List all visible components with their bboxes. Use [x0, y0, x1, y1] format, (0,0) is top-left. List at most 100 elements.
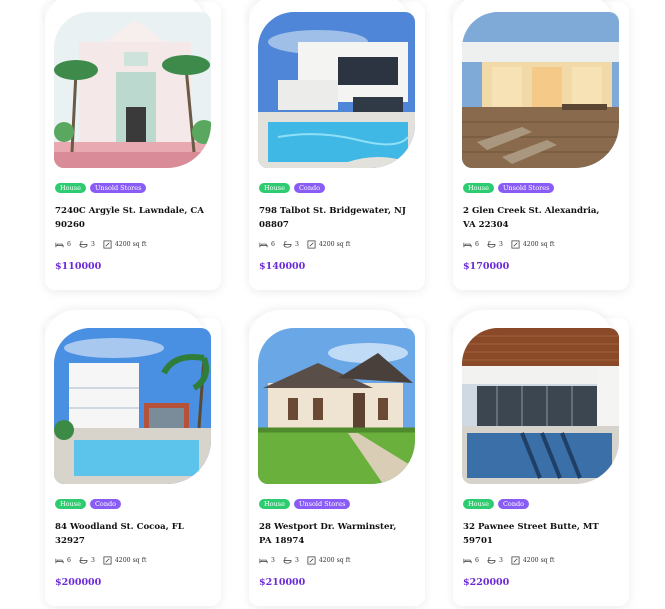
tag-group: House Condo — [259, 183, 326, 193]
property-status-tag[interactable]: Unsold Stores — [497, 183, 555, 193]
area-spec: 4200 sq ft — [511, 556, 555, 565]
property-address[interactable]: 32 Pawnee Street Butte, MT 59701 — [463, 520, 613, 548]
bath-icon — [487, 557, 496, 564]
property-specs: 6 3 4200 sq ft — [463, 240, 554, 249]
bath-count: 3 — [498, 241, 503, 248]
bed-spec: 6 — [55, 556, 71, 565]
area-value: 4200 sq ft — [114, 241, 147, 248]
bath-spec: 3 — [79, 240, 95, 249]
property-price: $210000 — [259, 577, 306, 588]
bath-spec: 3 — [283, 556, 299, 565]
property-status-tag[interactable]: Unsold Stores — [293, 499, 351, 509]
bath-count: 3 — [498, 557, 503, 564]
bath-spec: 3 — [487, 240, 503, 249]
tag-group: House Unsold Stores — [463, 183, 555, 193]
property-photo[interactable] — [462, 328, 619, 484]
bath-count: 3 — [294, 241, 299, 248]
bath-count: 3 — [294, 557, 299, 564]
bed-spec: 6 — [259, 240, 275, 249]
property-photo[interactable] — [54, 12, 211, 168]
property-price: $140000 — [259, 261, 306, 272]
area-icon — [511, 556, 520, 565]
property-price: $200000 — [55, 577, 102, 588]
bed-count: 6 — [475, 557, 479, 564]
property-specs: 6 3 4200 sq ft — [463, 556, 554, 565]
bed-spec: 6 — [55, 240, 71, 249]
bed-icon — [55, 558, 64, 564]
bed-spec: 6 — [463, 556, 479, 565]
area-value: 4200 sq ft — [318, 241, 351, 248]
property-address[interactable]: 84 Woodland St. Cocoa, FL 32927 — [55, 520, 205, 548]
listing-card[interactable]: House Condo 32 Pawnee Street Butte, MT 5… — [453, 310, 629, 606]
property-status-tag[interactable]: Condo — [293, 183, 326, 193]
tag-group: House Condo — [463, 499, 530, 509]
bed-count: 6 — [475, 241, 479, 248]
area-spec: 4200 sq ft — [103, 240, 147, 249]
bath-count: 3 — [90, 241, 95, 248]
area-icon — [103, 240, 112, 249]
bed-icon — [463, 242, 472, 248]
area-icon — [511, 240, 520, 249]
property-photo[interactable] — [258, 328, 415, 484]
property-type-tag[interactable]: House — [463, 499, 494, 509]
property-address[interactable]: 28 Westport Dr. Warminster, PA 18974 — [259, 520, 409, 548]
property-status-tag[interactable]: Unsold Stores — [89, 183, 147, 193]
tag-group: House Condo — [55, 499, 122, 509]
property-status-tag[interactable]: Condo — [89, 499, 122, 509]
area-value: 4200 sq ft — [318, 557, 351, 564]
listing-card[interactable]: House Condo 798 Talbot St. Bridgewater, … — [249, 0, 425, 290]
property-type-tag[interactable]: House — [55, 499, 86, 509]
area-value: 4200 sq ft — [522, 557, 555, 564]
bed-count: 6 — [271, 241, 275, 248]
bed-count: 6 — [67, 241, 71, 248]
area-value: 4200 sq ft — [114, 557, 147, 564]
property-price: $220000 — [463, 577, 510, 588]
property-address[interactable]: 2 Glen Creek St. Alexandria, VA 22304 — [463, 204, 613, 232]
property-specs: 6 3 4200 sq ft — [55, 240, 146, 249]
property-specs: 6 3 4200 sq ft — [55, 556, 146, 565]
property-address[interactable]: 798 Talbot St. Bridgewater, NJ 08807 — [259, 204, 409, 232]
listing-card[interactable]: House Unsold Stores 28 Westport Dr. Warm… — [249, 310, 425, 606]
bath-spec: 3 — [79, 556, 95, 565]
bed-icon — [55, 242, 64, 248]
property-price: $170000 — [463, 261, 510, 272]
bed-icon — [259, 558, 268, 564]
area-icon — [307, 556, 316, 565]
property-address[interactable]: 7240C Argyle St. Lawndale, CA 90260 — [55, 204, 205, 232]
bed-count: 3 — [271, 557, 275, 564]
bath-icon — [79, 241, 88, 248]
bath-count: 3 — [90, 557, 95, 564]
bed-icon — [259, 242, 268, 248]
bath-icon — [487, 241, 496, 248]
area-spec: 4200 sq ft — [103, 556, 147, 565]
bed-icon — [463, 558, 472, 564]
bath-spec: 3 — [487, 556, 503, 565]
bath-icon — [283, 241, 292, 248]
property-type-tag[interactable]: House — [55, 183, 86, 193]
listing-card[interactable]: House Condo 84 Woodland St. Cocoa, FL 32… — [45, 310, 221, 606]
property-status-tag[interactable]: Condo — [497, 499, 530, 509]
listing-grid: House Unsold Stores 7240C Argyle St. Law… — [0, 0, 665, 609]
bath-icon — [283, 557, 292, 564]
property-type-tag[interactable]: House — [463, 183, 494, 193]
area-spec: 4200 sq ft — [307, 240, 351, 249]
area-spec: 4200 sq ft — [307, 556, 351, 565]
property-price: $110000 — [55, 261, 102, 272]
tag-group: House Unsold Stores — [55, 183, 147, 193]
area-spec: 4200 sq ft — [511, 240, 555, 249]
listing-card[interactable]: House Unsold Stores 7240C Argyle St. Law… — [45, 0, 221, 290]
listing-card[interactable]: House Unsold Stores 2 Glen Creek St. Ale… — [453, 0, 629, 290]
property-specs: 6 3 4200 sq ft — [259, 240, 350, 249]
tag-group: House Unsold Stores — [259, 499, 351, 509]
area-value: 4200 sq ft — [522, 241, 555, 248]
bed-spec: 6 — [463, 240, 479, 249]
property-type-tag[interactable]: House — [259, 499, 290, 509]
bed-spec: 3 — [259, 556, 275, 565]
property-photo[interactable] — [258, 12, 415, 168]
property-type-tag[interactable]: House — [259, 183, 290, 193]
property-specs: 3 3 4200 sq ft — [259, 556, 350, 565]
property-photo[interactable] — [462, 12, 619, 168]
property-photo[interactable] — [54, 328, 211, 484]
bath-spec: 3 — [283, 240, 299, 249]
bed-count: 6 — [67, 557, 71, 564]
